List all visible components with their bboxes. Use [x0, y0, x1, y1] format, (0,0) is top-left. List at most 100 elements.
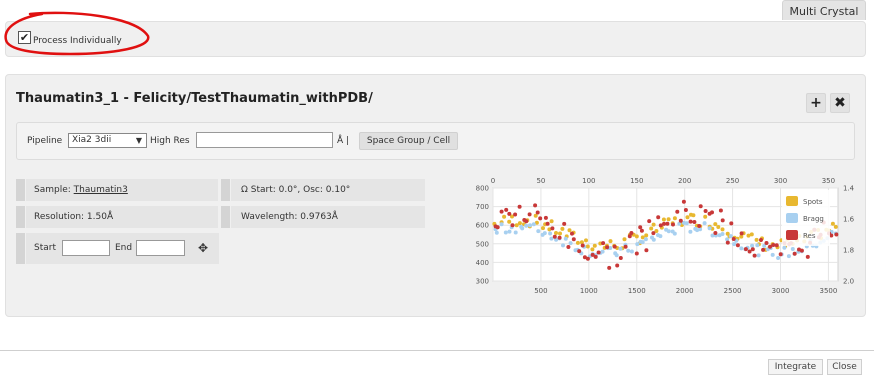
data-point	[750, 243, 755, 248]
data-point	[683, 208, 688, 212]
add-button[interactable]: +	[806, 93, 826, 113]
bottom-tick-label: 2500	[724, 287, 742, 295]
data-point	[688, 219, 693, 224]
data-point	[549, 219, 554, 224]
data-point	[774, 243, 779, 248]
data-point	[647, 219, 652, 224]
data-point	[607, 265, 612, 270]
data-point	[495, 225, 500, 230]
scatter-chart: 0 50 100 150 200 250 300 350 500 1000 1500 2000 2500…	[476, 177, 855, 295]
data-point	[830, 221, 835, 226]
data-point	[672, 231, 677, 236]
data-point	[675, 209, 680, 214]
data-point	[739, 246, 744, 251]
start-input[interactable]	[62, 240, 110, 256]
data-point	[666, 229, 671, 234]
data-point	[577, 249, 582, 254]
remove-button[interactable]: ✖	[830, 93, 850, 113]
data-point	[688, 229, 693, 234]
data-point	[755, 243, 760, 248]
data-point	[713, 222, 718, 227]
data-point	[570, 231, 574, 236]
multi-crystal-tab[interactable]: Multi Crystal	[782, 0, 866, 20]
data-point	[585, 256, 590, 261]
data-point	[600, 249, 605, 254]
bottom-tick-label: 2000	[676, 287, 694, 295]
bottom-tick-label: 500	[534, 287, 547, 295]
wavelength-text: Wavelength: 0.9763Å	[231, 206, 425, 228]
data-point	[542, 231, 547, 236]
data-point	[643, 237, 648, 242]
data-point	[601, 241, 606, 246]
sample-link[interactable]: Thaumatin3	[74, 185, 128, 195]
data-point	[702, 221, 707, 226]
info-row-marker	[16, 206, 25, 228]
dropdown-arrow-icon: ▼	[135, 136, 142, 145]
left-tick-label: 300	[476, 278, 489, 286]
data-point	[725, 240, 730, 245]
resolution-text: Resolution: 1.50Å	[26, 206, 218, 228]
data-point	[538, 216, 543, 221]
top-tick-label: 0	[491, 177, 495, 185]
range-row: Start End ✥	[26, 233, 219, 264]
top-tick-label: 50	[536, 177, 545, 185]
data-point	[756, 253, 761, 258]
data-point	[531, 222, 536, 227]
data-point	[571, 237, 576, 242]
data-point	[618, 256, 623, 260]
data-point	[805, 254, 810, 259]
bottom-tick-label: 1500	[628, 287, 646, 295]
data-point	[684, 221, 689, 226]
move-icon[interactable]: ✥	[198, 233, 208, 264]
pipeline-select[interactable]: Xia2 3dii ▼	[68, 133, 147, 148]
data-point	[716, 225, 721, 229]
info-row-marker	[16, 233, 25, 264]
data-point	[697, 224, 702, 228]
data-point	[792, 251, 797, 256]
data-point	[770, 252, 775, 257]
data-point	[710, 210, 714, 215]
data-point	[504, 207, 509, 212]
top-tick-label: 350	[822, 177, 835, 185]
data-point	[681, 199, 686, 204]
data-point	[735, 243, 740, 248]
data-point	[499, 222, 504, 227]
data-point	[749, 232, 754, 237]
pipeline-toolbar: Pipeline Xia2 3dii ▼ High Res Å | Space …	[16, 122, 855, 160]
end-input[interactable]	[136, 240, 185, 256]
data-point	[799, 248, 804, 253]
space-group-cell-button[interactable]: Space Group / Cell	[359, 132, 458, 150]
data-point	[661, 217, 666, 222]
top-tick-label: 200	[678, 177, 691, 185]
pipeline-select-value: Xia2 3dii	[72, 135, 112, 145]
data-point	[720, 232, 725, 236]
legend-label: Bragg	[803, 215, 824, 223]
right-tick-label: 1.4	[843, 185, 855, 193]
data-point	[517, 204, 522, 209]
data-point	[678, 218, 683, 223]
data-point	[728, 234, 733, 239]
data-point	[584, 238, 588, 243]
data-point	[707, 226, 712, 231]
data-point	[524, 219, 529, 224]
data-point	[651, 231, 656, 236]
integrate-button[interactable]: Integrate	[768, 359, 823, 375]
data-point	[549, 236, 554, 241]
high-res-input[interactable]	[196, 132, 333, 148]
data-point	[640, 240, 645, 245]
high-res-label: High Res	[150, 136, 190, 146]
data-point	[580, 243, 585, 248]
end-label: End	[115, 243, 133, 253]
data-point	[692, 220, 697, 224]
data-point	[691, 213, 696, 218]
data-point	[524, 223, 529, 228]
close-button[interactable]: Close	[827, 359, 862, 375]
data-point	[507, 211, 512, 216]
data-point	[503, 230, 508, 235]
process-individually-checkbox[interactable]: ✔	[18, 31, 31, 44]
data-point	[558, 231, 562, 236]
right-tick-label: 1.8	[843, 247, 854, 255]
data-point	[536, 229, 541, 234]
data-point	[566, 245, 571, 249]
data-point	[833, 224, 838, 229]
